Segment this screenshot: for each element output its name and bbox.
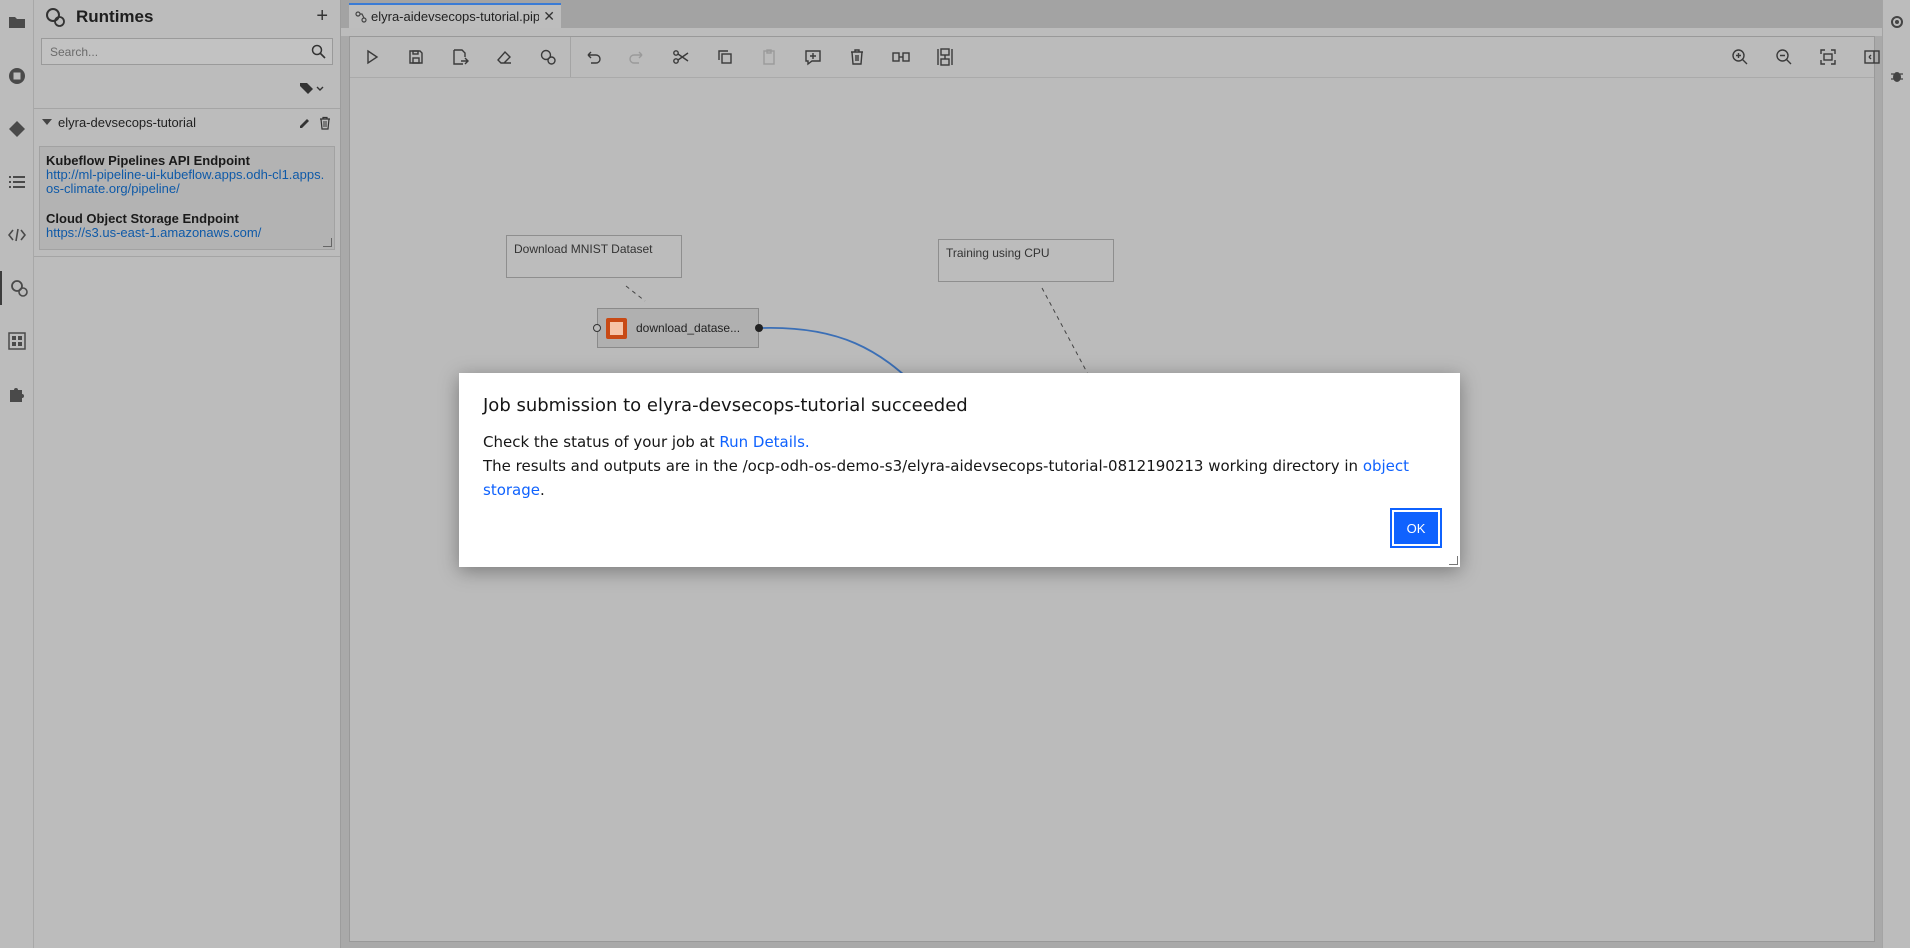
dialog-text: The results and outputs are in the /ocp-… — [483, 457, 1363, 475]
run-details-link[interactable]: Run Details. — [719, 433, 809, 451]
job-submitted-dialog: Job submission to elyra-devsecops-tutori… — [459, 373, 1460, 567]
dialog-text: Check the status of your job at — [483, 433, 720, 451]
ok-button-focus-ring: OK — [1390, 508, 1442, 548]
dialog-text: . — [539, 481, 545, 499]
dialog-body: Check the status of your job at Run Deta… — [483, 430, 1436, 502]
ok-button[interactable]: OK — [1394, 512, 1438, 544]
resize-handle[interactable] — [1449, 556, 1458, 565]
dialog-title: Job submission to elyra-devsecops-tutori… — [483, 395, 968, 416]
